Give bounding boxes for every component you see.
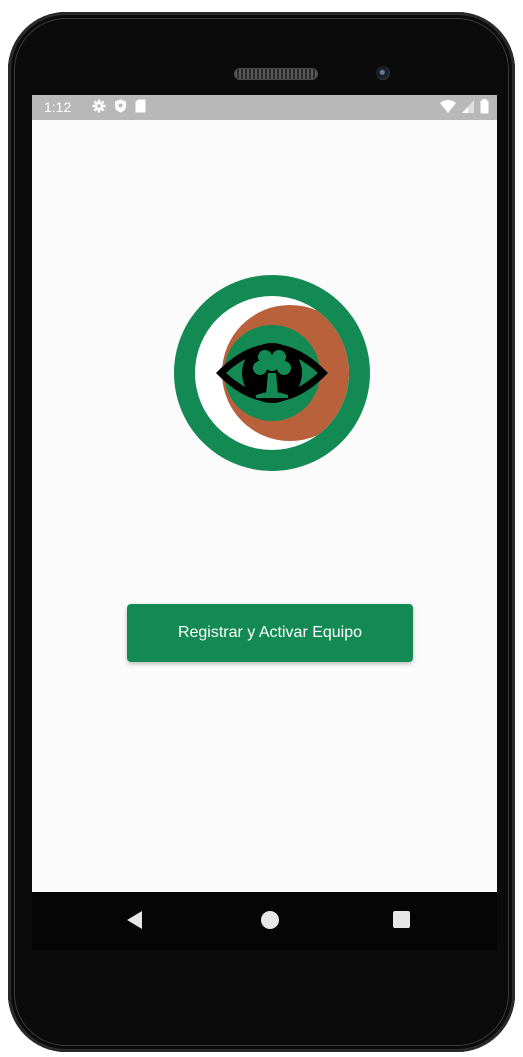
shield-icon — [114, 99, 127, 113]
register-activate-button[interactable]: Registrar y Activar Equipo — [127, 604, 413, 662]
status-icons-right — [440, 99, 489, 114]
status-icons-left — [92, 99, 146, 113]
battery-icon — [480, 99, 489, 114]
back-icon[interactable] — [127, 911, 143, 934]
sd-card-icon — [135, 99, 146, 113]
front-camera — [376, 66, 390, 80]
speaker-grille — [234, 68, 318, 80]
status-bar: 1:12 — [32, 95, 497, 120]
signal-icon — [462, 99, 474, 114]
home-icon[interactable] — [261, 911, 279, 929]
recents-icon[interactable] — [393, 911, 410, 928]
status-time: 1:12 — [44, 99, 72, 115]
eye-tree-logo-icon — [174, 275, 370, 471]
register-activate-button-label: Registrar y Activar Equipo — [177, 624, 363, 641]
settings-icon — [92, 99, 106, 113]
app-screen: 1:12 Registrar y Activar Equipo — [32, 95, 497, 892]
app-logo — [172, 273, 372, 478]
wifi-icon — [440, 99, 456, 114]
system-nav-bar — [32, 892, 497, 950]
